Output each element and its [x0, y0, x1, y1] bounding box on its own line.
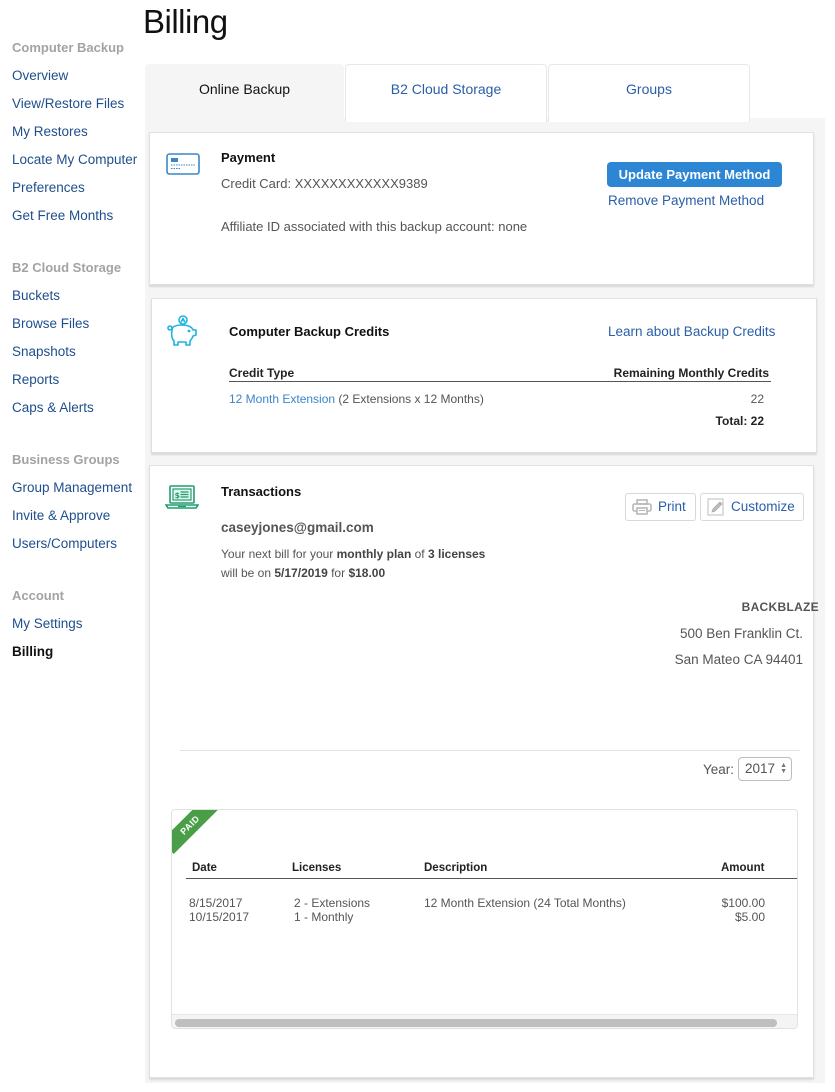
- credit-card-icon: [166, 153, 200, 180]
- sidebar-item-users-computers[interactable]: Users/Computers: [12, 530, 132, 558]
- sidebar-item-reports[interactable]: Reports: [12, 366, 121, 394]
- transactions-card: $ Transactions Print Customize caseyjone…: [149, 465, 819, 1078]
- credit-type-header: Credit Type: [229, 366, 295, 380]
- column-header-amount: Amount: [721, 862, 765, 874]
- credits-total: Total: 22: [715, 414, 764, 428]
- laptop-invoice-icon: $: [164, 484, 200, 515]
- affiliate-id-text: Affiliate ID associated with this backup…: [221, 219, 528, 234]
- piggy-bank-icon: [164, 314, 200, 355]
- sidebar-item-my-settings[interactable]: My Settings: [12, 610, 83, 638]
- sidebar-group-business-groups: Business Groups Group Management Invite …: [12, 446, 132, 558]
- credit-card-info: Credit Card: XXXXXXXXXXXX9389: [221, 176, 428, 191]
- next-bill-licenses: 3 licenses: [427, 547, 486, 561]
- row-date: 10/15/2017: [189, 910, 250, 924]
- column-header-date: Date: [192, 862, 217, 874]
- remaining-credits-header: Remaining Monthly Credits: [613, 366, 769, 380]
- scrollbar-thumb[interactable]: [175, 1019, 777, 1027]
- row-licenses: 1 - Monthly: [294, 910, 354, 924]
- next-bill-plan: monthly plan: [336, 547, 412, 561]
- update-payment-method-button[interactable]: Update Payment Method: [607, 162, 782, 187]
- select-arrows-icon: ▲ ▼: [780, 762, 787, 775]
- sidebar-item-snapshots[interactable]: Snapshots: [12, 338, 121, 366]
- svg-text:$: $: [175, 491, 181, 500]
- year-select[interactable]: 2017 ▲ ▼: [738, 757, 792, 781]
- sidebar-item-group-management[interactable]: Group Management: [12, 474, 132, 502]
- next-bill-amount: $18.00: [348, 566, 386, 580]
- row-amount: $100.00: [721, 896, 765, 910]
- year-select-value: 2017: [745, 761, 776, 776]
- edit-pencil-icon: [707, 498, 724, 516]
- next-bill-line-2: will be on 5/17/2019 for $18.00: [221, 566, 385, 580]
- next-bill-text: Your next bill for your: [221, 547, 337, 561]
- column-header-licenses: Licenses: [292, 862, 342, 874]
- sidebar-item-buckets[interactable]: Buckets: [12, 282, 121, 310]
- printer-icon: [632, 499, 652, 515]
- sidebar-heading: Business Groups: [12, 452, 120, 467]
- customize-button[interactable]: Customize: [700, 493, 804, 521]
- credit-row: 12 Month Extension (2 Extensions x 12 Mo…: [229, 392, 484, 406]
- credits-title: Computer Backup Credits: [229, 324, 390, 339]
- sidebar-heading: Computer Backup: [12, 40, 124, 55]
- row-date: 8/15/2017: [189, 896, 243, 910]
- tab-online-backup[interactable]: Online Backup: [145, 64, 344, 122]
- sidebar-item-browse-files[interactable]: Browse Files: [12, 310, 121, 338]
- page-title: Billing: [143, 3, 228, 40]
- tab-groups[interactable]: Groups: [548, 64, 750, 122]
- sidebar-item-locate-my-computer[interactable]: Locate My Computer: [12, 146, 137, 174]
- account-email: caseyjones@gmail.com: [221, 520, 374, 535]
- payment-title: Payment: [221, 150, 276, 165]
- sidebar-item-invite-approve[interactable]: Invite & Approve: [12, 502, 132, 530]
- credit-remaining-value: 22: [750, 392, 764, 406]
- sidebar-heading: Account: [12, 588, 64, 603]
- learn-about-backup-credits-link[interactable]: Learn about Backup Credits: [608, 324, 775, 339]
- sidebar-group-account: Account My Settings Billing: [12, 582, 83, 666]
- sidebar: Computer Backup Overview View/Restore Fi…: [0, 0, 140, 1092]
- transactions-title: Transactions: [221, 484, 302, 499]
- sidebar-group-b2-cloud-storage: B2 Cloud Storage Buckets Browse Files Sn…: [12, 254, 121, 422]
- row-licenses: 2 - Extensions: [294, 896, 371, 910]
- horizontal-scrollbar[interactable]: [172, 1014, 797, 1028]
- sidebar-item-preferences[interactable]: Preferences: [12, 174, 137, 202]
- backup-credits-card: Computer Backup Credits Learn about Back…: [151, 298, 817, 453]
- paid-status-ribbon: PAID: [172, 810, 219, 854]
- customize-label: Customize: [731, 499, 795, 514]
- remove-payment-method-link[interactable]: Remove Payment Method: [608, 193, 764, 208]
- invoice-header-divider: [186, 878, 797, 879]
- row-amount: $5.00: [734, 910, 765, 924]
- sidebar-item-get-free-months[interactable]: Get Free Months: [12, 202, 137, 230]
- column-header-description: Description: [424, 862, 488, 874]
- credit-type-link[interactable]: 12 Month Extension: [229, 392, 335, 406]
- next-bill-date: 5/17/2019: [274, 566, 328, 580]
- company-name: BACKBLAZE: [741, 600, 819, 614]
- sidebar-item-my-restores[interactable]: My Restores: [12, 118, 137, 146]
- sidebar-group-computer-backup: Computer Backup Overview View/Restore Fi…: [12, 34, 137, 230]
- payment-card: Payment Credit Card: XXXXXXXXXXXX9389 Af…: [149, 132, 814, 285]
- print-button[interactable]: Print: [625, 493, 696, 521]
- next-bill-text: will be on: [221, 566, 275, 580]
- credits-header-divider: [229, 381, 771, 382]
- next-bill-line-1: Your next bill for your monthly plan of …: [221, 547, 485, 561]
- credit-card-label: Credit Card:: [221, 176, 292, 191]
- sidebar-item-billing[interactable]: Billing: [12, 638, 83, 666]
- row-description: 12 Month Extension (24 Total Months): [424, 896, 626, 910]
- tab-b2-cloud-storage[interactable]: B2 Cloud Storage: [345, 64, 547, 122]
- credit-type-detail: (2 Extensions x 12 Months): [338, 392, 484, 406]
- company-address-line-2: San Mateo CA 94401: [674, 652, 803, 667]
- sidebar-item-caps-alerts[interactable]: Caps & Alerts: [12, 394, 121, 422]
- next-bill-text: for: [327, 566, 349, 580]
- company-address-line-1: 500 Ben Franklin Ct.: [679, 626, 803, 641]
- sidebar-item-overview[interactable]: Overview: [12, 62, 137, 90]
- print-label: Print: [658, 499, 686, 514]
- sidebar-heading: B2 Cloud Storage: [12, 260, 122, 275]
- credit-card-number: XXXXXXXXXXXX9389: [294, 176, 428, 191]
- invoice-panel: PAID Date Licenses Description Amount 8/…: [171, 809, 798, 1029]
- year-label: Year:: [702, 762, 734, 777]
- section-divider: [180, 750, 800, 751]
- next-bill-text: of: [411, 547, 428, 561]
- sidebar-item-view-restore-files[interactable]: View/Restore Files: [12, 90, 137, 118]
